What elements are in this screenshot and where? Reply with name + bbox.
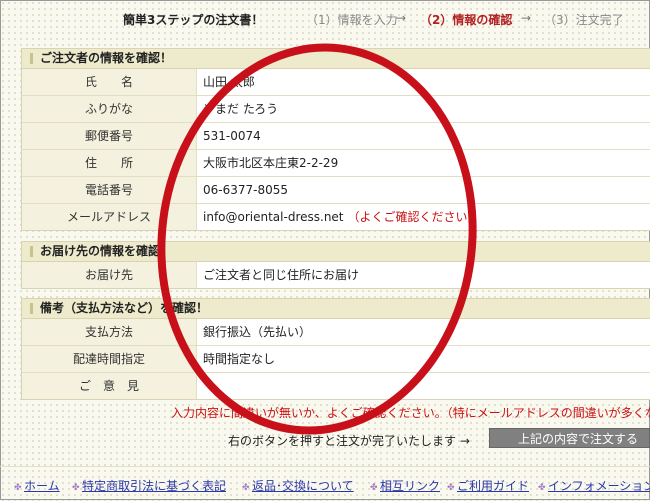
- footer-link-label: インフォメーション: [548, 479, 650, 493]
- delivery-time-value: 時間指定なし: [203, 352, 276, 366]
- table-row: 氏 名 山田 太郎: [22, 69, 650, 96]
- delivery-info-section: お届け先の情報を確認！ お届け先 ご注文者と同じ住所にお届け: [21, 241, 650, 289]
- steps-title: 簡単3ステップの注文書！: [123, 13, 264, 27]
- furigana-label: ふりがな: [22, 96, 197, 122]
- orderer-info-heading: ご注文者の情報を確認！: [22, 49, 650, 69]
- footer-link-home[interactable]: ✤ ホーム: [14, 477, 60, 494]
- table-row: メールアドレス info@oriental-dress.net （よくご確認くださ…: [22, 204, 650, 230]
- delivery-time-label: 配達時間指定: [22, 346, 197, 372]
- footer-link-commerce-law[interactable]: ✤ 特定商取引法に基づく表記: [72, 477, 226, 494]
- delivery-info-heading: お届け先の情報を確認！: [22, 242, 650, 262]
- name-label: 氏 名: [22, 69, 197, 95]
- remarks-heading: 備考（支払方法など）を確認！: [22, 299, 650, 319]
- footer-link-label: ご利用ガイド: [457, 479, 530, 493]
- footer-link-label: 相互リンク: [380, 479, 441, 493]
- comments-value: [197, 373, 203, 399]
- orderer-info-section: ご注文者の情報を確認！ 氏 名 山田 太郎 ふりがな やまだ たろう 郵便番号 …: [21, 48, 650, 231]
- email-value: info@oriental-dress.net: [203, 210, 344, 224]
- name-value: 山田 太郎: [203, 75, 255, 89]
- footer-nav: ✤ ホーム ✤ 特定商取引法に基づく表記 ✤ 返品･交換について ✤ 相互リンク ✤ ご利…: [0, 466, 650, 501]
- footer-link-information[interactable]: ✤ インフォメーション: [538, 477, 650, 494]
- verification-notice: 入力内容に間違いが無いか、よくご確認ください。（特にメールアドレスの間違いが多く…: [171, 406, 650, 420]
- footer-link-label: 特定商取引法に基づく表記: [82, 479, 227, 493]
- postal-code-label: 郵便番号: [22, 123, 197, 149]
- remarks-section: 備考（支払方法など）を確認！ 支払方法 銀行振込（先払い） 配達時間指定 時間指…: [21, 298, 650, 400]
- phone-value: 06-6377-8055: [203, 183, 289, 197]
- footer-link-mutual-links[interactable]: ✤ 相互リンク: [370, 477, 440, 494]
- step-arrow-icon: →: [521, 11, 532, 25]
- comments-label: ご 意 見: [22, 373, 197, 399]
- address-label: 住 所: [22, 150, 197, 176]
- phone-label: 電話番号: [22, 177, 197, 203]
- table-row: ご 意 見: [22, 373, 650, 399]
- footer-link-returns[interactable]: ✤ 返品･交換について: [242, 477, 354, 494]
- delivery-destination-label: お届け先: [22, 262, 197, 288]
- delivery-destination-value: ご注文者と同じ住所にお届け: [203, 268, 360, 282]
- table-row: 郵便番号 531-0074: [22, 123, 650, 150]
- sparkle-icon: ✤: [370, 483, 378, 493]
- sparkle-icon: ✤: [538, 483, 546, 493]
- footer-link-guide[interactable]: ✤ ご利用ガイド: [447, 477, 529, 494]
- step-2-label-current: （2）情報の確認: [420, 13, 513, 27]
- sparkle-icon: ✤: [242, 483, 250, 493]
- table-row: 住 所 大阪市北区本庄東2-2-29: [22, 150, 650, 177]
- footer-link-label: ホーム: [24, 479, 60, 493]
- sparkle-icon: ✤: [72, 483, 80, 493]
- step-3-label: （3）注文完了: [544, 13, 624, 27]
- address-value: 大阪市北区本庄東2-2-29: [203, 156, 339, 170]
- table-row: 支払方法 銀行振込（先払い）: [22, 319, 650, 346]
- payment-method-value: 銀行振込（先払い）: [203, 325, 312, 339]
- payment-method-label: 支払方法: [22, 319, 197, 345]
- email-cell: info@oriental-dress.net （よくご確認ください）: [197, 204, 480, 230]
- email-check-note: （よくご確認ください）: [347, 210, 480, 224]
- submit-order-button[interactable]: 上記の内容で注文する: [489, 428, 650, 448]
- furigana-value: やまだ たろう: [203, 102, 279, 116]
- step-arrow-icon: →: [396, 11, 407, 25]
- table-row: 配達時間指定 時間指定なし: [22, 346, 650, 373]
- sparkle-icon: ✤: [447, 483, 455, 493]
- submit-instruction: 右のボタンを押すと注文が完了いたします →: [228, 434, 470, 448]
- table-row: お届け先 ご注文者と同じ住所にお届け: [22, 262, 650, 288]
- table-row: 電話番号 06-6377-8055: [22, 177, 650, 204]
- postal-code-value: 531-0074: [203, 129, 261, 143]
- table-row: ふりがな やまだ たろう: [22, 96, 650, 123]
- footer-link-label: 返品･交換について: [252, 479, 354, 493]
- sparkle-icon: ✤: [14, 483, 22, 493]
- email-label: メールアドレス: [22, 204, 197, 230]
- step-indicator: 簡単3ステップの注文書！ （1）情報を入力 → （2）情報の確認 → （3）注文…: [0, 0, 650, 40]
- step-1-label: （1）情報を入力: [306, 13, 398, 27]
